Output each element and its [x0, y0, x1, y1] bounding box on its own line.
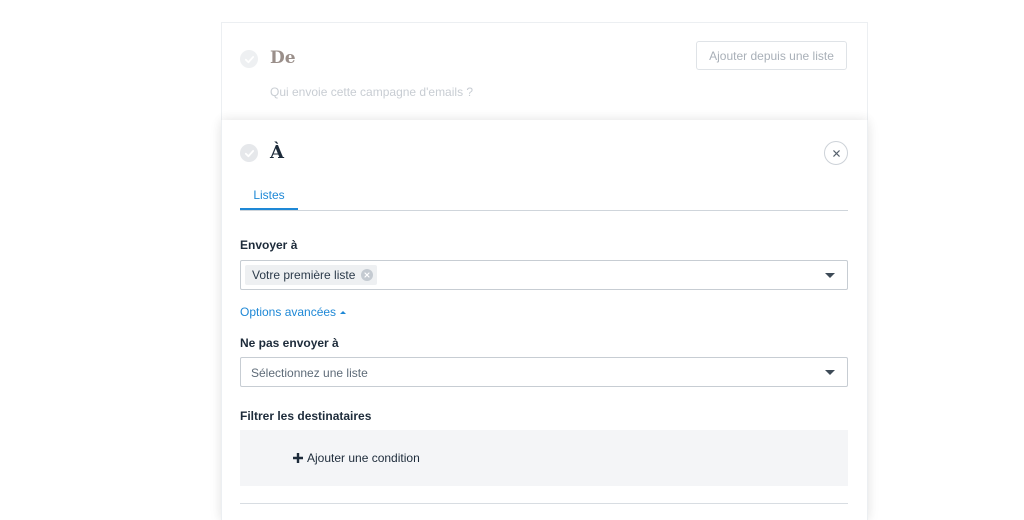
exclude-label: Ne pas envoyer à — [240, 336, 339, 350]
filter-label: Filtrer les destinataires — [240, 409, 372, 423]
close-button[interactable] — [824, 141, 848, 165]
send-to-label: Envoyer à — [240, 238, 298, 252]
chip-label: Votre première liste — [252, 268, 356, 282]
add-condition-label: Ajouter une condition — [307, 451, 420, 465]
close-icon — [832, 149, 840, 157]
tab-listes[interactable]: Listes — [240, 188, 298, 210]
conditions-area: Ajouter une condition — [240, 430, 848, 486]
tab-bar: Listes — [240, 180, 848, 211]
exclude-select[interactable]: Sélectionnez une liste — [240, 357, 848, 387]
from-section: De Qui envoie cette campagne d'emails ? … — [221, 22, 868, 133]
chevron-up-icon — [340, 310, 347, 314]
plus-icon — [293, 453, 303, 463]
to-section: À Listes Envoyer à Votre première liste … — [221, 120, 868, 520]
divider — [240, 503, 848, 504]
advanced-options-label: Options avancées — [240, 305, 337, 319]
to-title: À — [270, 142, 284, 163]
add-from-list-button[interactable]: Ajouter depuis une liste — [696, 41, 847, 70]
check-icon — [240, 50, 258, 68]
selected-list-chip: Votre première liste — [245, 265, 378, 285]
send-to-select[interactable]: Votre première liste — [240, 260, 848, 290]
chevron-down-icon — [825, 273, 835, 278]
remove-chip-icon[interactable] — [361, 269, 374, 281]
from-subtitle: Qui envoie cette campagne d'emails ? — [270, 85, 474, 99]
chevron-down-icon — [825, 370, 835, 375]
advanced-options-link[interactable]: Options avancées — [240, 305, 347, 319]
check-icon — [240, 144, 258, 162]
from-title: De — [270, 48, 296, 68]
add-condition-button[interactable]: Ajouter une condition — [292, 451, 420, 465]
exclude-placeholder: Sélectionnez une liste — [251, 366, 368, 380]
